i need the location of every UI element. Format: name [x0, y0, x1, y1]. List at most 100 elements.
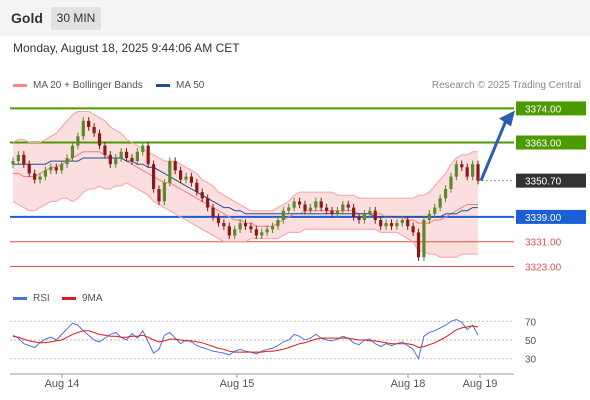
candle-body [97, 133, 102, 146]
candle-body [281, 210, 285, 220]
candle-body [373, 210, 377, 220]
candle-body [227, 226, 231, 236]
candle-body [411, 226, 415, 233]
candle-body [108, 154, 112, 165]
candle-body [54, 167, 58, 171]
candle-body [184, 176, 188, 180]
candle-body [151, 164, 156, 189]
candle-body [173, 161, 177, 171]
candle-body [314, 201, 318, 208]
candle-body [254, 229, 258, 236]
candle-body [303, 204, 307, 211]
candle-body [233, 229, 237, 236]
candle-body [433, 207, 437, 214]
candle-body [368, 210, 372, 214]
level-label: 3339.00 [525, 213, 562, 224]
candle-body [157, 189, 161, 202]
candle-body [330, 210, 334, 214]
candle-body [222, 223, 226, 227]
candle-body [476, 164, 480, 181]
candle-body [449, 176, 453, 189]
candle-body [454, 164, 458, 177]
candle-body [60, 164, 64, 171]
candle-body [114, 158, 118, 165]
candle-body [168, 161, 172, 183]
rsi-tick-label: 70 [525, 317, 537, 328]
candle-body [119, 151, 123, 158]
rsi-tick-label: 50 [525, 336, 537, 347]
candle-body [465, 167, 469, 177]
candle-body [16, 154, 21, 162]
candle-body [179, 170, 183, 180]
candle-body [384, 223, 388, 227]
candle-body [406, 220, 410, 227]
candle-body [325, 207, 329, 211]
candle-body [43, 170, 48, 177]
level-label: 3363.00 [525, 139, 562, 150]
candle-body [438, 198, 442, 208]
rsi-tick-label: 30 [525, 355, 537, 366]
candle-body [195, 182, 199, 193]
candle-body [400, 220, 404, 224]
candle-body [76, 136, 80, 146]
candle-body [265, 229, 269, 233]
candle-body [238, 223, 242, 230]
candle-body [146, 145, 150, 165]
candle-body [362, 213, 367, 220]
level-label: 3374.00 [525, 104, 562, 115]
candle-body [470, 164, 475, 177]
candle-body [249, 226, 253, 230]
candle-body [416, 232, 421, 258]
candle-body [276, 220, 280, 227]
rsi-line [12, 318, 479, 361]
candle-body [11, 161, 15, 165]
candle-body [135, 151, 139, 162]
forecast-arrow-shaft [479, 119, 508, 182]
candle-body [130, 158, 134, 162]
price-chart[interactable]: 3374.00 3363.00 3350.70 3339.00 3331.00 3323.… [0, 0, 590, 400]
candle-body [162, 182, 166, 202]
level-label: 3331.00 [525, 238, 562, 249]
forecast-arrow-head-icon [499, 110, 515, 127]
candle-body [297, 201, 302, 205]
candle-body [389, 223, 394, 227]
candle-body [395, 223, 399, 227]
x-tick-label: Aug 19 [463, 378, 498, 390]
candle-body [287, 207, 291, 211]
candle-body [427, 213, 431, 220]
candle-body [270, 226, 275, 230]
candle-body [422, 220, 426, 258]
candle-body [308, 207, 312, 211]
candle-body [352, 207, 356, 217]
candle-body [81, 120, 85, 137]
candle-body [103, 145, 107, 155]
x-tick-label: Aug 18 [391, 378, 426, 390]
x-tick-label: Aug 15 [220, 378, 255, 390]
candle-body [189, 176, 194, 183]
candle-body [292, 201, 296, 208]
candle-body [243, 223, 248, 227]
candle-body [206, 198, 210, 208]
candle-body [22, 154, 26, 165]
candle-body [216, 216, 221, 224]
candle-body [335, 210, 340, 214]
candle-body [27, 164, 31, 174]
candle-body [460, 164, 464, 168]
candle-body [33, 173, 37, 180]
level-label: 3350.70 [525, 177, 562, 188]
candle-body [141, 145, 145, 152]
candle-body [211, 207, 215, 217]
candle-body [346, 204, 350, 208]
candle-body [49, 167, 53, 171]
candle-body [319, 201, 323, 208]
candle-body [38, 176, 42, 180]
candle-body [87, 120, 91, 127]
candle-body [379, 220, 383, 227]
candle-body [124, 151, 129, 158]
candle-body [357, 216, 361, 220]
candle-body [92, 127, 96, 134]
x-tick-label: Aug 14 [45, 378, 80, 390]
candle-body [443, 189, 448, 199]
candle-body [70, 145, 75, 158]
candle-body [341, 204, 345, 211]
